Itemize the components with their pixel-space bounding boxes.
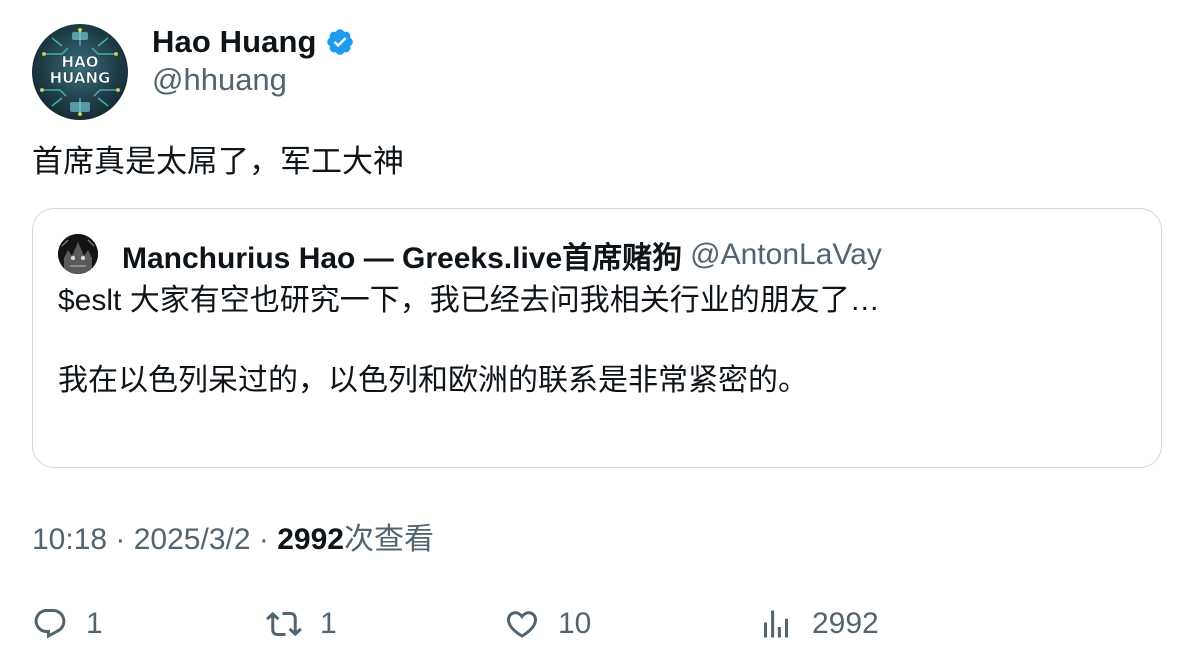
- quoted-tweet-paragraph: $eslt 大家有空也研究一下，我已经去问我相关行业的朋友了…: [58, 284, 880, 317]
- meta-separator: ·: [107, 523, 134, 556]
- quoted-author-handle: @AntonLaVay: [690, 238, 882, 271]
- quoted-author-name: Manchurius Hao — Greeks.live首席赌狗: [122, 242, 683, 275]
- quoted-tweet-header: Manchurius Hao — Greeks.live首席赌狗 @AntonL…: [122, 233, 882, 277]
- author-name[interactable]: Hao Huang: [152, 24, 317, 60]
- quoted-author-avatar: [58, 234, 98, 274]
- author-handle[interactable]: @hhuang: [152, 62, 287, 98]
- quoted-tweet-card[interactable]: Manchurius Hao — Greeks.live首席赌狗 @AntonL…: [32, 208, 1162, 468]
- like-count: 10: [558, 607, 592, 640]
- reply-button[interactable]: 1: [32, 600, 103, 648]
- quoted-tweet-paragraph: 我在以色列呆过的，以色列和欧洲的联系是非常紧密的。: [58, 364, 808, 397]
- analytics-icon: [758, 606, 794, 642]
- views-count: 2992: [277, 523, 344, 556]
- views-label: 次查看: [343, 523, 434, 556]
- author-name-row: Hao Huang: [152, 22, 355, 62]
- retweet-button[interactable]: 1: [266, 600, 337, 648]
- reply-count: 1: [86, 607, 103, 640]
- verified-badge-icon: [325, 27, 355, 57]
- heart-icon: [504, 606, 540, 642]
- meta-separator: ·: [250, 523, 278, 556]
- author-avatar[interactable]: HAO HUANG: [32, 24, 128, 120]
- like-button[interactable]: 10: [504, 600, 591, 648]
- retweet-count: 1: [320, 607, 337, 640]
- retweet-icon: [266, 606, 302, 642]
- tweet-time[interactable]: 10:18: [32, 523, 107, 556]
- avatar-logo-text-line2: HUANG: [50, 69, 111, 87]
- views-button[interactable]: 2992: [758, 600, 879, 648]
- tweet-meta: 10:18 · 2025/3/2 · 2992次查看: [32, 514, 434, 558]
- tweet-date[interactable]: 2025/3/2: [134, 523, 251, 556]
- reply-icon: [32, 606, 68, 642]
- views-total: 2992: [812, 607, 879, 640]
- tweet-text: 首席真是太屌了，军工大神: [32, 144, 404, 179]
- quoted-tweet-text: $eslt 大家有空也研究一下，我已经去问我相关行业的朋友了… 我在以色列呆过的…: [58, 279, 1138, 403]
